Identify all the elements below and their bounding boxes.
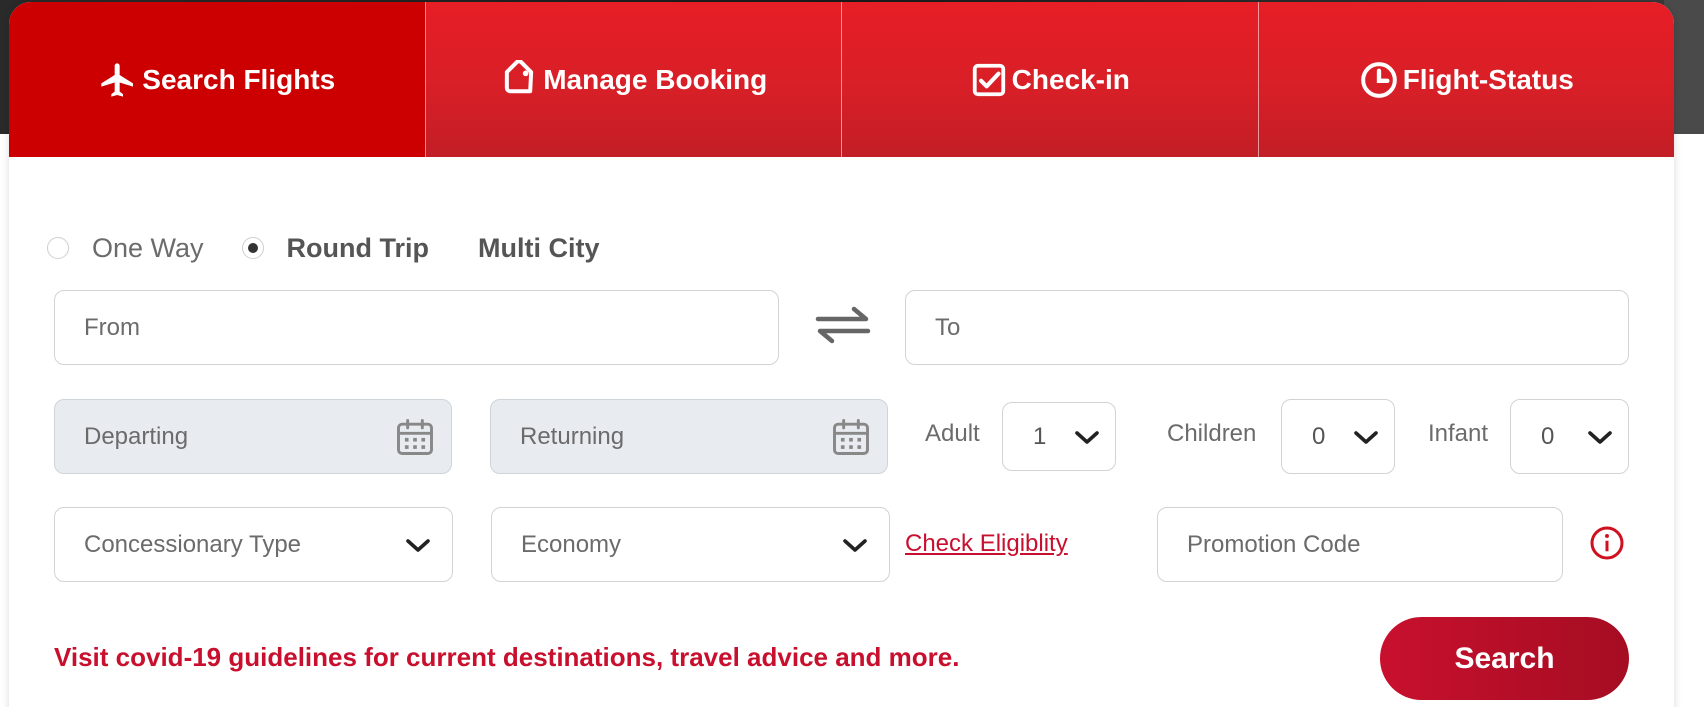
to-placeholder: To: [935, 313, 961, 341]
departing-date-field[interactable]: Departing: [54, 399, 452, 474]
concessionary-type-select[interactable]: Concessionary Type: [54, 507, 453, 582]
check-eligibility-link[interactable]: Check Eligiblity: [905, 530, 1068, 558]
tab-label: Check-in: [1011, 63, 1130, 95]
round-trip-radio[interactable]: [241, 237, 264, 259]
search-button[interactable]: Search: [1380, 617, 1629, 700]
calendar-icon: [829, 415, 873, 459]
info-icon[interactable]: [1589, 525, 1625, 561]
infant-value: 0: [1541, 422, 1555, 450]
children-select[interactable]: 0: [1281, 399, 1395, 474]
promotion-code-field[interactable]: Promotion Code: [1157, 507, 1563, 582]
clock-icon: [1359, 60, 1399, 100]
tab-label: Flight-Status: [1402, 63, 1574, 95]
one-way-radio[interactable]: [47, 237, 69, 259]
adult-value: 1: [1033, 422, 1047, 450]
swap-button[interactable]: [811, 302, 875, 352]
tab-label: Manage Booking: [543, 63, 768, 95]
adult-label: Adult: [925, 420, 980, 447]
infant-label: Infant: [1428, 420, 1489, 447]
multi-city-option[interactable]: Multi City: [478, 233, 600, 264]
covid-notice[interactable]: Visit covid-19 guidelines for current de…: [54, 642, 959, 673]
from-field[interactable]: From: [54, 290, 779, 365]
chevron-down-icon: [1586, 427, 1614, 447]
airplane-icon: [98, 60, 138, 100]
trip-type-group: One Way Round Trip Multi City: [47, 223, 600, 273]
calendar-icon: [393, 415, 437, 459]
chevron-down-icon: [404, 535, 432, 555]
cabin-class-value: Economy: [521, 530, 622, 558]
chevron-down-icon: [1073, 427, 1101, 447]
tab-bar: Search Flights Manage Booking Check-in F…: [9, 2, 1674, 157]
swap-arrows-icon: [812, 303, 874, 352]
to-field[interactable]: To: [905, 290, 1629, 365]
returning-date-field[interactable]: Returning: [490, 399, 888, 474]
radio-selected-dot: [247, 243, 258, 253]
cabin-class-select[interactable]: Economy: [491, 507, 890, 582]
round-trip-label[interactable]: Round Trip: [287, 233, 429, 264]
tag-icon: [499, 59, 539, 100]
promotion-placeholder: Promotion Code: [1187, 530, 1361, 558]
children-label: Children: [1167, 420, 1257, 447]
from-placeholder: From: [84, 313, 140, 341]
chevron-down-icon: [1352, 427, 1380, 447]
checkbox-icon: [970, 61, 1008, 99]
returning-placeholder: Returning: [520, 422, 625, 450]
tab-manage-booking[interactable]: Manage Booking: [425, 2, 842, 157]
tab-flight-status[interactable]: Flight-Status: [1258, 2, 1674, 157]
concessionary-value: Concessionary Type: [84, 530, 302, 558]
departing-placeholder: Departing: [84, 422, 189, 450]
tab-check-in[interactable]: Check-in: [842, 2, 1259, 157]
infant-select[interactable]: 0: [1510, 399, 1629, 474]
tab-search-flights[interactable]: Search Flights: [9, 2, 426, 157]
children-value: 0: [1312, 422, 1326, 450]
chevron-down-icon: [841, 535, 869, 555]
tab-label: Search Flights: [142, 63, 336, 95]
one-way-label[interactable]: One Way: [92, 233, 204, 264]
adult-select[interactable]: 1: [1002, 402, 1116, 471]
